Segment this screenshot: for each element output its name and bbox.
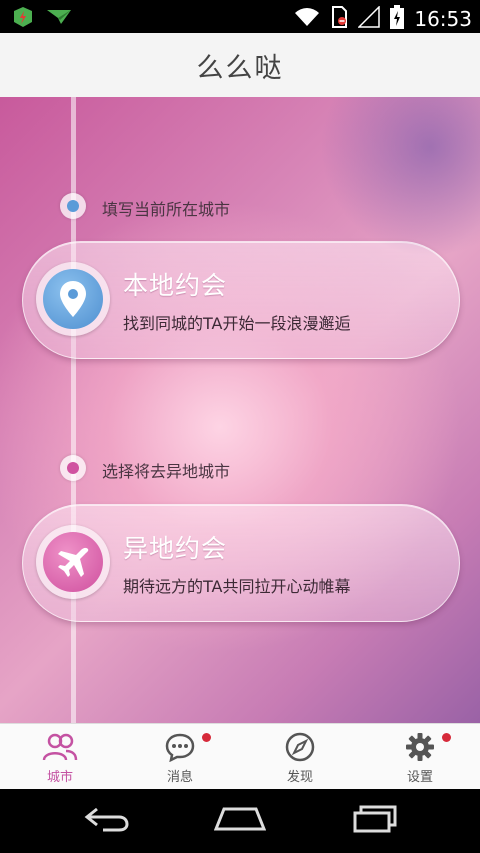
gear-icon bbox=[405, 732, 435, 762]
home-icon bbox=[213, 805, 267, 837]
home-button[interactable] bbox=[210, 803, 270, 839]
recent-apps-icon bbox=[351, 805, 399, 837]
tab-label-messages: 消息 bbox=[166, 770, 193, 785]
local-date-subtitle: 找到同城的TA开始一段浪漫邂逅 bbox=[123, 314, 351, 333]
tab-discover[interactable]: 发现 bbox=[240, 724, 360, 790]
tab-bar: 城市 消息 发现 设置 bbox=[0, 723, 480, 790]
tab-label-settings: 设置 bbox=[406, 770, 433, 785]
messages-badge bbox=[202, 733, 211, 742]
airplane-icon bbox=[43, 532, 103, 592]
chat-icon bbox=[165, 732, 195, 763]
step-dot-remote bbox=[60, 455, 86, 481]
back-icon bbox=[83, 805, 131, 837]
remote-date-title: 异地约会 bbox=[123, 534, 228, 563]
back-button[interactable] bbox=[77, 803, 137, 839]
message-notification-icon bbox=[46, 7, 72, 31]
local-date-title: 本地约会 bbox=[123, 271, 228, 300]
tab-messages[interactable]: 消息 bbox=[120, 724, 240, 790]
timeline-line bbox=[71, 97, 76, 723]
location-pin-icon bbox=[43, 269, 103, 329]
step-label-remote: 选择将去异地城市 bbox=[102, 462, 231, 481]
tab-settings[interactable]: 设置 bbox=[360, 724, 480, 790]
remote-date-subtitle: 期待远方的TA共同拉开心动帷幕 bbox=[123, 577, 351, 596]
status-time: 16:53 bbox=[414, 7, 472, 31]
signal-icon bbox=[357, 5, 381, 32]
tab-city[interactable]: 城市 bbox=[0, 724, 120, 790]
step-dot-local bbox=[60, 193, 86, 219]
no-sim-icon bbox=[330, 6, 348, 32]
tab-label-city: 城市 bbox=[46, 770, 73, 785]
tab-label-discover: 发现 bbox=[286, 770, 313, 785]
remote-icon-ring bbox=[36, 525, 110, 599]
local-date-card[interactable]: 本地约会 找到同城的TA开始一段浪漫邂逅 bbox=[22, 241, 460, 359]
main-content: 填写当前所在城市 本地约会 找到同城的TA开始一段浪漫邂逅 选择将去异地城市 异… bbox=[0, 97, 480, 723]
compass-icon bbox=[285, 732, 315, 762]
app-notification-icon bbox=[12, 6, 34, 32]
title-bar: 么么哒 bbox=[0, 33, 480, 98]
status-bar: 16:53 bbox=[0, 0, 480, 33]
wifi-icon bbox=[294, 7, 320, 31]
battery-charging-icon bbox=[390, 5, 405, 33]
recent-apps-button[interactable] bbox=[345, 803, 405, 839]
step-label-local: 填写当前所在城市 bbox=[102, 200, 231, 219]
system-nav-bar bbox=[0, 789, 480, 853]
page-title: 么么哒 bbox=[196, 52, 284, 84]
settings-badge bbox=[442, 733, 451, 742]
local-icon-ring bbox=[36, 262, 110, 336]
remote-date-card[interactable]: 异地约会 期待远方的TA共同拉开心动帷幕 bbox=[22, 504, 460, 622]
people-icon bbox=[42, 732, 78, 762]
